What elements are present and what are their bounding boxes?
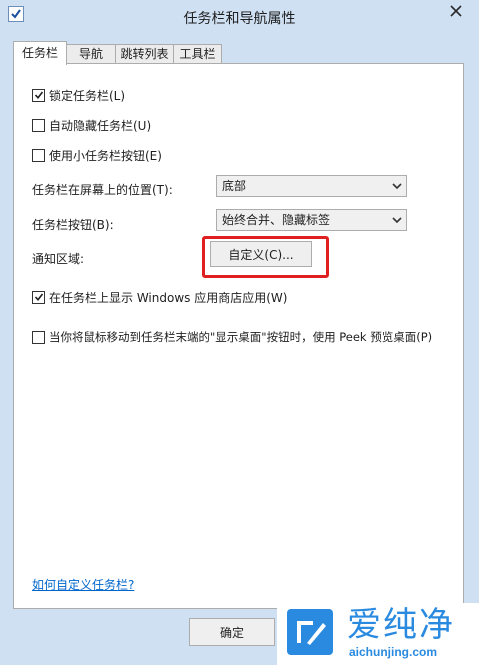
auto-hide-label: 自动隐藏任务栏(U) (49, 118, 152, 133)
buttons-label: 任务栏按钮(B): (32, 218, 114, 232)
position-dropdown[interactable]: 底部 (216, 175, 407, 197)
notification-area-label: 通知区域: (32, 252, 85, 266)
watermark-logo: 爱纯净 aichunjing.com (277, 603, 479, 665)
help-link[interactable]: 如何自定义任务栏? (32, 576, 134, 593)
small-buttons-checkbox[interactable] (32, 148, 45, 162)
peek-checkbox[interactable] (32, 330, 45, 344)
tab-jump-lists[interactable]: 跳转列表 (115, 44, 174, 64)
chevron-down-icon (392, 217, 402, 224)
small-buttons-option[interactable]: 使用小任务栏按钮(E) (32, 147, 162, 163)
checkmark-icon (34, 293, 43, 302)
lock-taskbar-option[interactable]: 锁定任务栏(L) (32, 87, 125, 103)
tab-navigation[interactable]: 导航 (66, 44, 116, 64)
watermark-title: 爱纯净 (347, 605, 455, 645)
show-store-apps-option[interactable]: 在任务栏上显示 Windows 应用商店应用(W) (32, 289, 287, 305)
show-store-apps-label: 在任务栏上显示 Windows 应用商店应用(W) (49, 290, 288, 305)
window-title: 任务栏和导航属性 (183, 11, 296, 27)
auto-hide-checkbox[interactable] (32, 118, 45, 132)
close-button[interactable] (438, 1, 474, 21)
auto-hide-option[interactable]: 自动隐藏任务栏(U) (32, 117, 151, 133)
buttons-value: 始终合并、隐藏标签 (222, 213, 331, 227)
show-store-apps-checkbox[interactable] (32, 290, 45, 304)
buttons-dropdown[interactable]: 始终合并、隐藏标签 (216, 209, 407, 231)
peek-option[interactable]: 当你将鼠标移动到任务栏末端的"显示桌面"按钮时，使用 Peek 预览桌面(P) (32, 329, 432, 345)
taskbar-settings-panel: 锁定任务栏(L) 自动隐藏任务栏(U) 使用小任务栏按钮(E) 任务栏在屏幕上的… (13, 63, 464, 609)
position-label: 任务栏在屏幕上的位置(T): (32, 183, 173, 197)
close-icon (450, 5, 462, 17)
checkmark-icon (34, 91, 43, 100)
logo-mark-icon (287, 609, 333, 655)
highlight-box (202, 236, 329, 278)
watermark-url: aichunjing.com (349, 645, 438, 659)
lock-taskbar-checkbox[interactable] (32, 88, 45, 102)
title-bar: 任务栏和导航属性 (0, 0, 479, 32)
chevron-down-icon (392, 183, 402, 190)
peek-label: 当你将鼠标移动到任务栏末端的"显示桌面"按钮时，使用 Peek 预览桌面(P) (49, 330, 433, 344)
small-buttons-label: 使用小任务栏按钮(E) (49, 148, 162, 163)
ok-button[interactable]: 确定 (189, 618, 275, 646)
lock-taskbar-label: 锁定任务栏(L) (49, 88, 126, 103)
tab-taskbar[interactable]: 任务栏 (13, 41, 67, 65)
position-value: 底部 (222, 179, 247, 193)
tab-toolbars[interactable]: 工具栏 (173, 44, 222, 64)
